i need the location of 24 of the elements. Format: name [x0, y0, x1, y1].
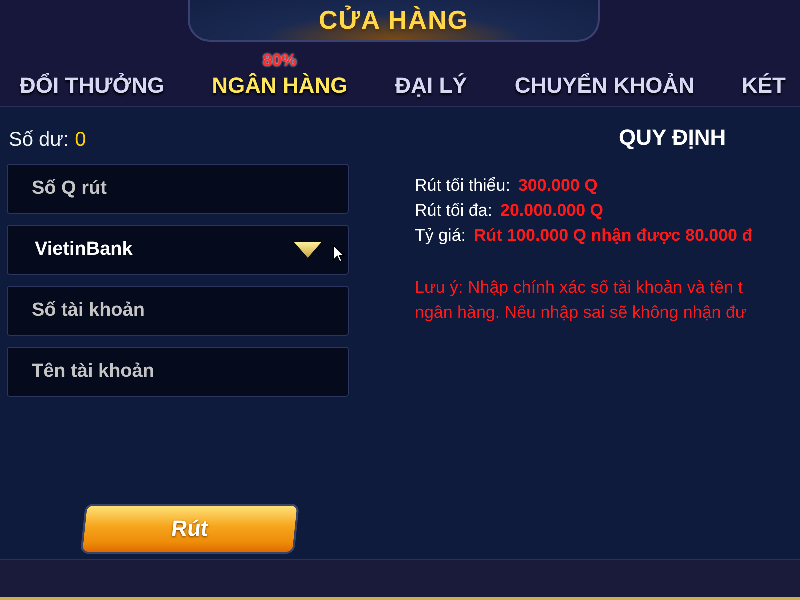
balance-value: 0 — [75, 129, 86, 152]
input-field[interactable]: Số tài khoản — [7, 286, 349, 336]
title-banner: CỬA HÀNG — [188, 0, 600, 42]
rules-title: QUY ĐỊNH — [619, 125, 728, 151]
bank-dropdown[interactable]: VietinBank — [7, 225, 349, 275]
rule-value: 20.000.000 Q — [500, 200, 604, 222]
pointer-icon — [333, 245, 345, 263]
tab[interactable]: ĐỔI THƯỞNG — [20, 73, 165, 99]
rule-label: Rút tối đa: — [415, 200, 492, 222]
tab[interactable]: CHUYỂN KHOẢN — [514, 73, 695, 99]
tab[interactable]: NGÂN HÀNG — [212, 73, 348, 99]
caret-icon — [294, 242, 322, 258]
rule-value: Rút 100.000 Q nhận được 80.000 đ — [474, 225, 753, 247]
rule-value: 300.000 Q — [518, 175, 598, 197]
warning-note: ngân hàng. Nếu nhập sai sẽ không nhận đư — [415, 302, 748, 324]
tab[interactable]: ĐẠI LÝ — [395, 73, 468, 99]
rule-label: Rút tối thiểu: — [415, 175, 510, 197]
rule-label: Tỷ giá: — [415, 225, 466, 247]
input-field[interactable]: Tên tài khoản — [7, 347, 349, 397]
discount-label: 80% — [262, 51, 297, 71]
input-field[interactable]: Số Q rút — [7, 164, 349, 214]
warning-note: Lưu ý: Nhập chính xác số tài khoản và tên t — [415, 277, 744, 299]
balance-label: Số dư: — [9, 129, 70, 152]
tab[interactable]: KÉT — [742, 73, 786, 99]
